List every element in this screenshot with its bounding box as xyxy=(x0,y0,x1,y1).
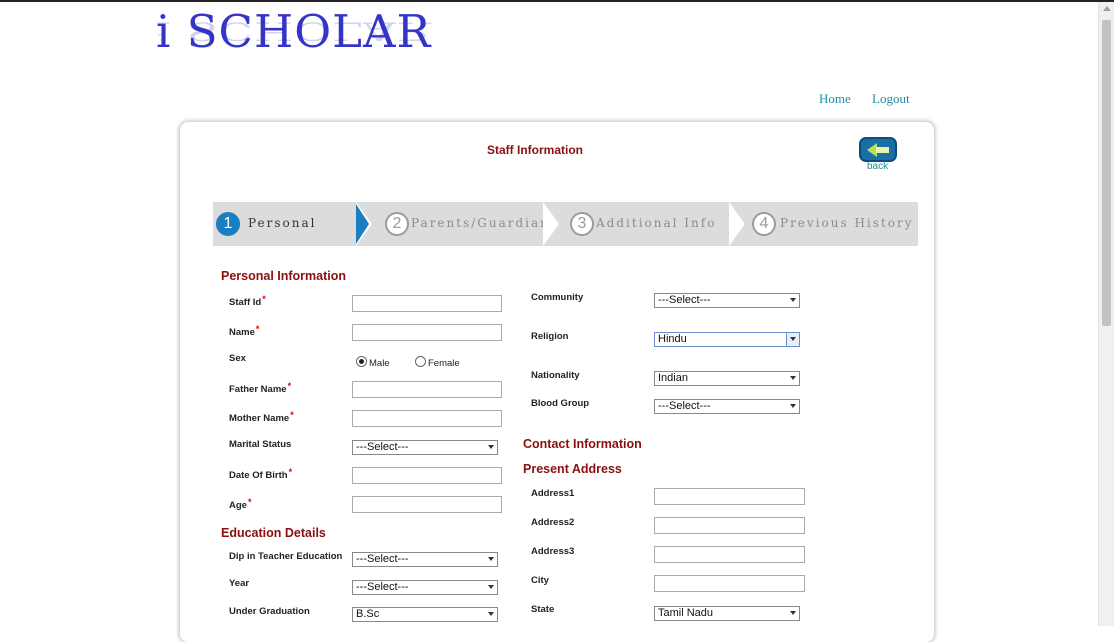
staff-id-input[interactable] xyxy=(352,295,502,312)
ug-select[interactable]: B.Sc xyxy=(352,607,498,622)
address1-label: Address1 xyxy=(531,488,575,499)
mother-name-input[interactable] xyxy=(352,410,502,427)
app-logo-reflection: i SCHOLAR xyxy=(156,16,432,46)
home-link[interactable]: Home xyxy=(819,91,851,107)
sex-label: Sex xyxy=(229,353,246,364)
sex-female-label: Female xyxy=(428,358,460,369)
chevron-down-icon xyxy=(790,298,796,302)
chevron-down-icon xyxy=(488,585,494,589)
nationality-select[interactable]: Indian xyxy=(654,371,800,386)
step-active-indicator xyxy=(356,204,369,244)
name-input[interactable] xyxy=(352,324,502,341)
wizard-step-personal[interactable]: 1 Personal xyxy=(213,202,358,246)
chevron-down-icon xyxy=(790,337,796,341)
chevron-down-icon xyxy=(488,445,494,449)
blood-group-select[interactable]: ---Select--- xyxy=(654,399,800,414)
chevron-down-icon xyxy=(488,557,494,561)
city-input[interactable] xyxy=(654,575,805,592)
address3-input[interactable] xyxy=(654,546,805,563)
step-label-parents: Parents/Guardian xyxy=(411,216,550,230)
ug-label: Under Graduation xyxy=(229,606,310,617)
marital-status-select[interactable]: ---Select--- xyxy=(352,440,498,455)
sex-male-radio[interactable] xyxy=(356,356,367,367)
step-divider xyxy=(543,202,559,246)
blood-group-label: Blood Group xyxy=(531,398,590,409)
chevron-down-icon xyxy=(790,611,796,615)
window-top-border xyxy=(0,0,1114,2)
step-number-1: 1 xyxy=(216,212,240,236)
step-number-2: 2 xyxy=(385,212,409,236)
state-select[interactable]: Tamil Nadu xyxy=(654,606,800,621)
wizard-steps: 1 Personal 2 Parents/Guardian 3 Addition… xyxy=(213,202,918,246)
step-label-history: Previous History xyxy=(780,216,914,230)
dip-label: Dip in Teacher Education xyxy=(229,551,343,562)
dob-input[interactable] xyxy=(352,467,502,484)
address2-label: Address2 xyxy=(531,517,575,528)
step-number-3: 3 xyxy=(570,212,594,236)
address1-input[interactable] xyxy=(654,488,805,505)
wizard-step-history[interactable]: 4 Previous History xyxy=(745,202,918,246)
staff-id-label: Staff Id* xyxy=(229,294,266,308)
scrollbar-thumb[interactable] xyxy=(1102,20,1111,326)
chevron-down-icon xyxy=(790,376,796,380)
staff-form-card: Staff Information back 1 Personal 2 Pare… xyxy=(180,122,934,642)
scroll-up-icon[interactable] xyxy=(1103,6,1111,11)
wizard-step-additional[interactable]: 3 Additional Info xyxy=(559,202,729,246)
back-button[interactable]: back xyxy=(859,137,897,173)
page-title: Staff Information xyxy=(487,143,583,157)
wizard-step-parents[interactable]: 2 Parents/Guardian xyxy=(373,202,548,246)
contact-info-heading: Contact Information xyxy=(523,437,642,451)
education-heading: Education Details xyxy=(221,526,326,540)
year-select[interactable]: ---Select--- xyxy=(352,580,498,595)
age-label: Age* xyxy=(229,497,252,511)
sex-female-radio[interactable] xyxy=(415,356,426,367)
logout-link[interactable]: Logout xyxy=(872,91,910,107)
marital-status-label: Marital Status xyxy=(229,439,292,450)
personal-info-heading: Personal Information xyxy=(221,269,347,283)
present-address-heading: Present Address xyxy=(523,462,622,476)
father-name-label: Father Name* xyxy=(229,381,292,395)
step-label-additional: Additional Info xyxy=(596,216,717,230)
back-arrow-icon xyxy=(859,137,897,162)
father-name-input[interactable] xyxy=(352,381,502,398)
religion-select[interactable]: Hindu xyxy=(654,332,800,347)
step-divider xyxy=(729,202,745,246)
religion-label: Religion xyxy=(531,331,569,342)
dip-select[interactable]: ---Select--- xyxy=(352,552,498,567)
address3-label: Address3 xyxy=(531,546,575,557)
chevron-down-icon xyxy=(790,404,796,408)
age-input[interactable] xyxy=(352,496,502,513)
community-label: Community xyxy=(531,292,584,303)
step-number-4: 4 xyxy=(752,212,776,236)
sex-male-label: Male xyxy=(369,358,390,369)
state-label: State xyxy=(531,604,555,615)
step-label-personal: Personal xyxy=(248,216,317,230)
chevron-down-icon xyxy=(488,612,494,616)
nationality-label: Nationality xyxy=(531,370,580,381)
name-label: Name* xyxy=(229,324,260,338)
mother-name-label: Mother Name* xyxy=(229,410,294,424)
dob-label: Date Of Birth* xyxy=(229,467,293,481)
city-label: City xyxy=(531,575,549,586)
vertical-scrollbar[interactable] xyxy=(1098,2,1114,626)
address2-input[interactable] xyxy=(654,517,805,534)
community-select[interactable]: ---Select--- xyxy=(654,293,800,308)
back-label: back xyxy=(867,161,889,172)
year-label: Year xyxy=(229,578,250,589)
